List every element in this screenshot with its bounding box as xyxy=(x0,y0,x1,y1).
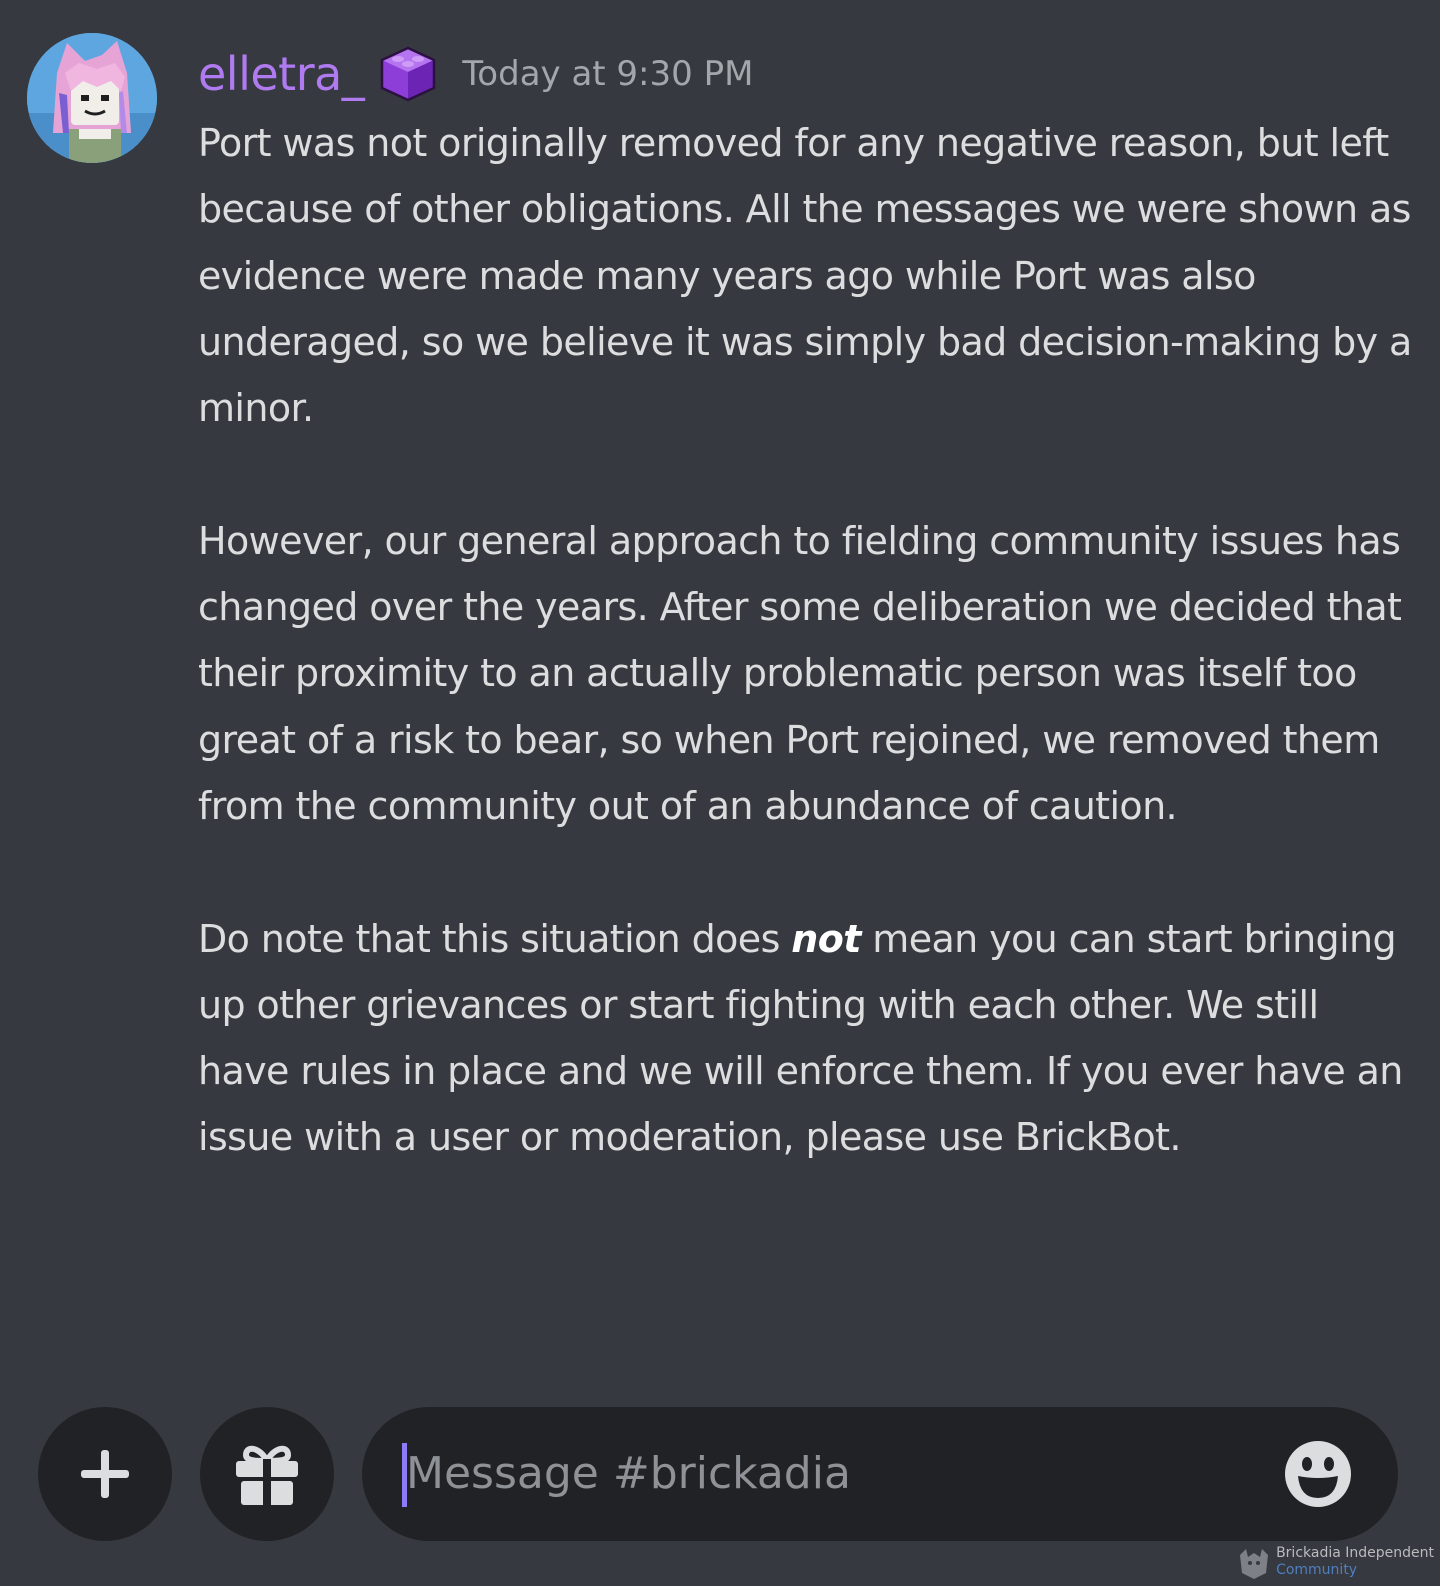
add-attachment-button[interactable] xyxy=(38,1407,172,1541)
plus-icon xyxy=(81,1450,129,1498)
message-input[interactable]: Message #brickadia xyxy=(362,1407,1398,1541)
gift-button[interactable] xyxy=(200,1407,334,1541)
chat-screen: elletra_ Today at 9:30 PM Port was not o… xyxy=(0,0,1440,1586)
message-composer: Message #brickadia xyxy=(0,1404,1440,1544)
watermark-line-2: Community xyxy=(1276,1562,1358,1578)
message-paragraph-2: However, our general approach to fieldin… xyxy=(198,518,1402,828)
username[interactable]: elletra_ xyxy=(198,42,365,106)
message-timestamp: Today at 9:30 PM xyxy=(462,54,754,94)
emoji-smile-icon xyxy=(1285,1441,1351,1507)
message-header: elletra_ Today at 9:30 PM xyxy=(198,42,753,106)
message-paragraph-1: Port was not originally removed for any … xyxy=(198,121,1412,431)
avatar-image xyxy=(27,33,157,163)
paragraph-3-before: Do note that this situation does xyxy=(198,916,792,961)
gift-icon xyxy=(236,1445,298,1507)
message-input-placeholder: Message #brickadia xyxy=(406,1448,851,1499)
emoji-button[interactable] xyxy=(1284,1440,1352,1508)
community-watermark: Brickadia Independent Community xyxy=(1236,1542,1434,1582)
brickadia-logo-icon xyxy=(1240,1549,1269,1579)
watermark-line-1: Brickadia Independent xyxy=(1276,1545,1434,1561)
message-paragraph-3: Do note that this situation does not mea… xyxy=(198,906,1418,1171)
message-content: Port was not originally removed for any … xyxy=(198,110,1418,1171)
emphasis-not: not xyxy=(791,916,861,961)
avatar[interactable] xyxy=(27,33,157,163)
purple-brick-icon[interactable] xyxy=(376,42,440,106)
